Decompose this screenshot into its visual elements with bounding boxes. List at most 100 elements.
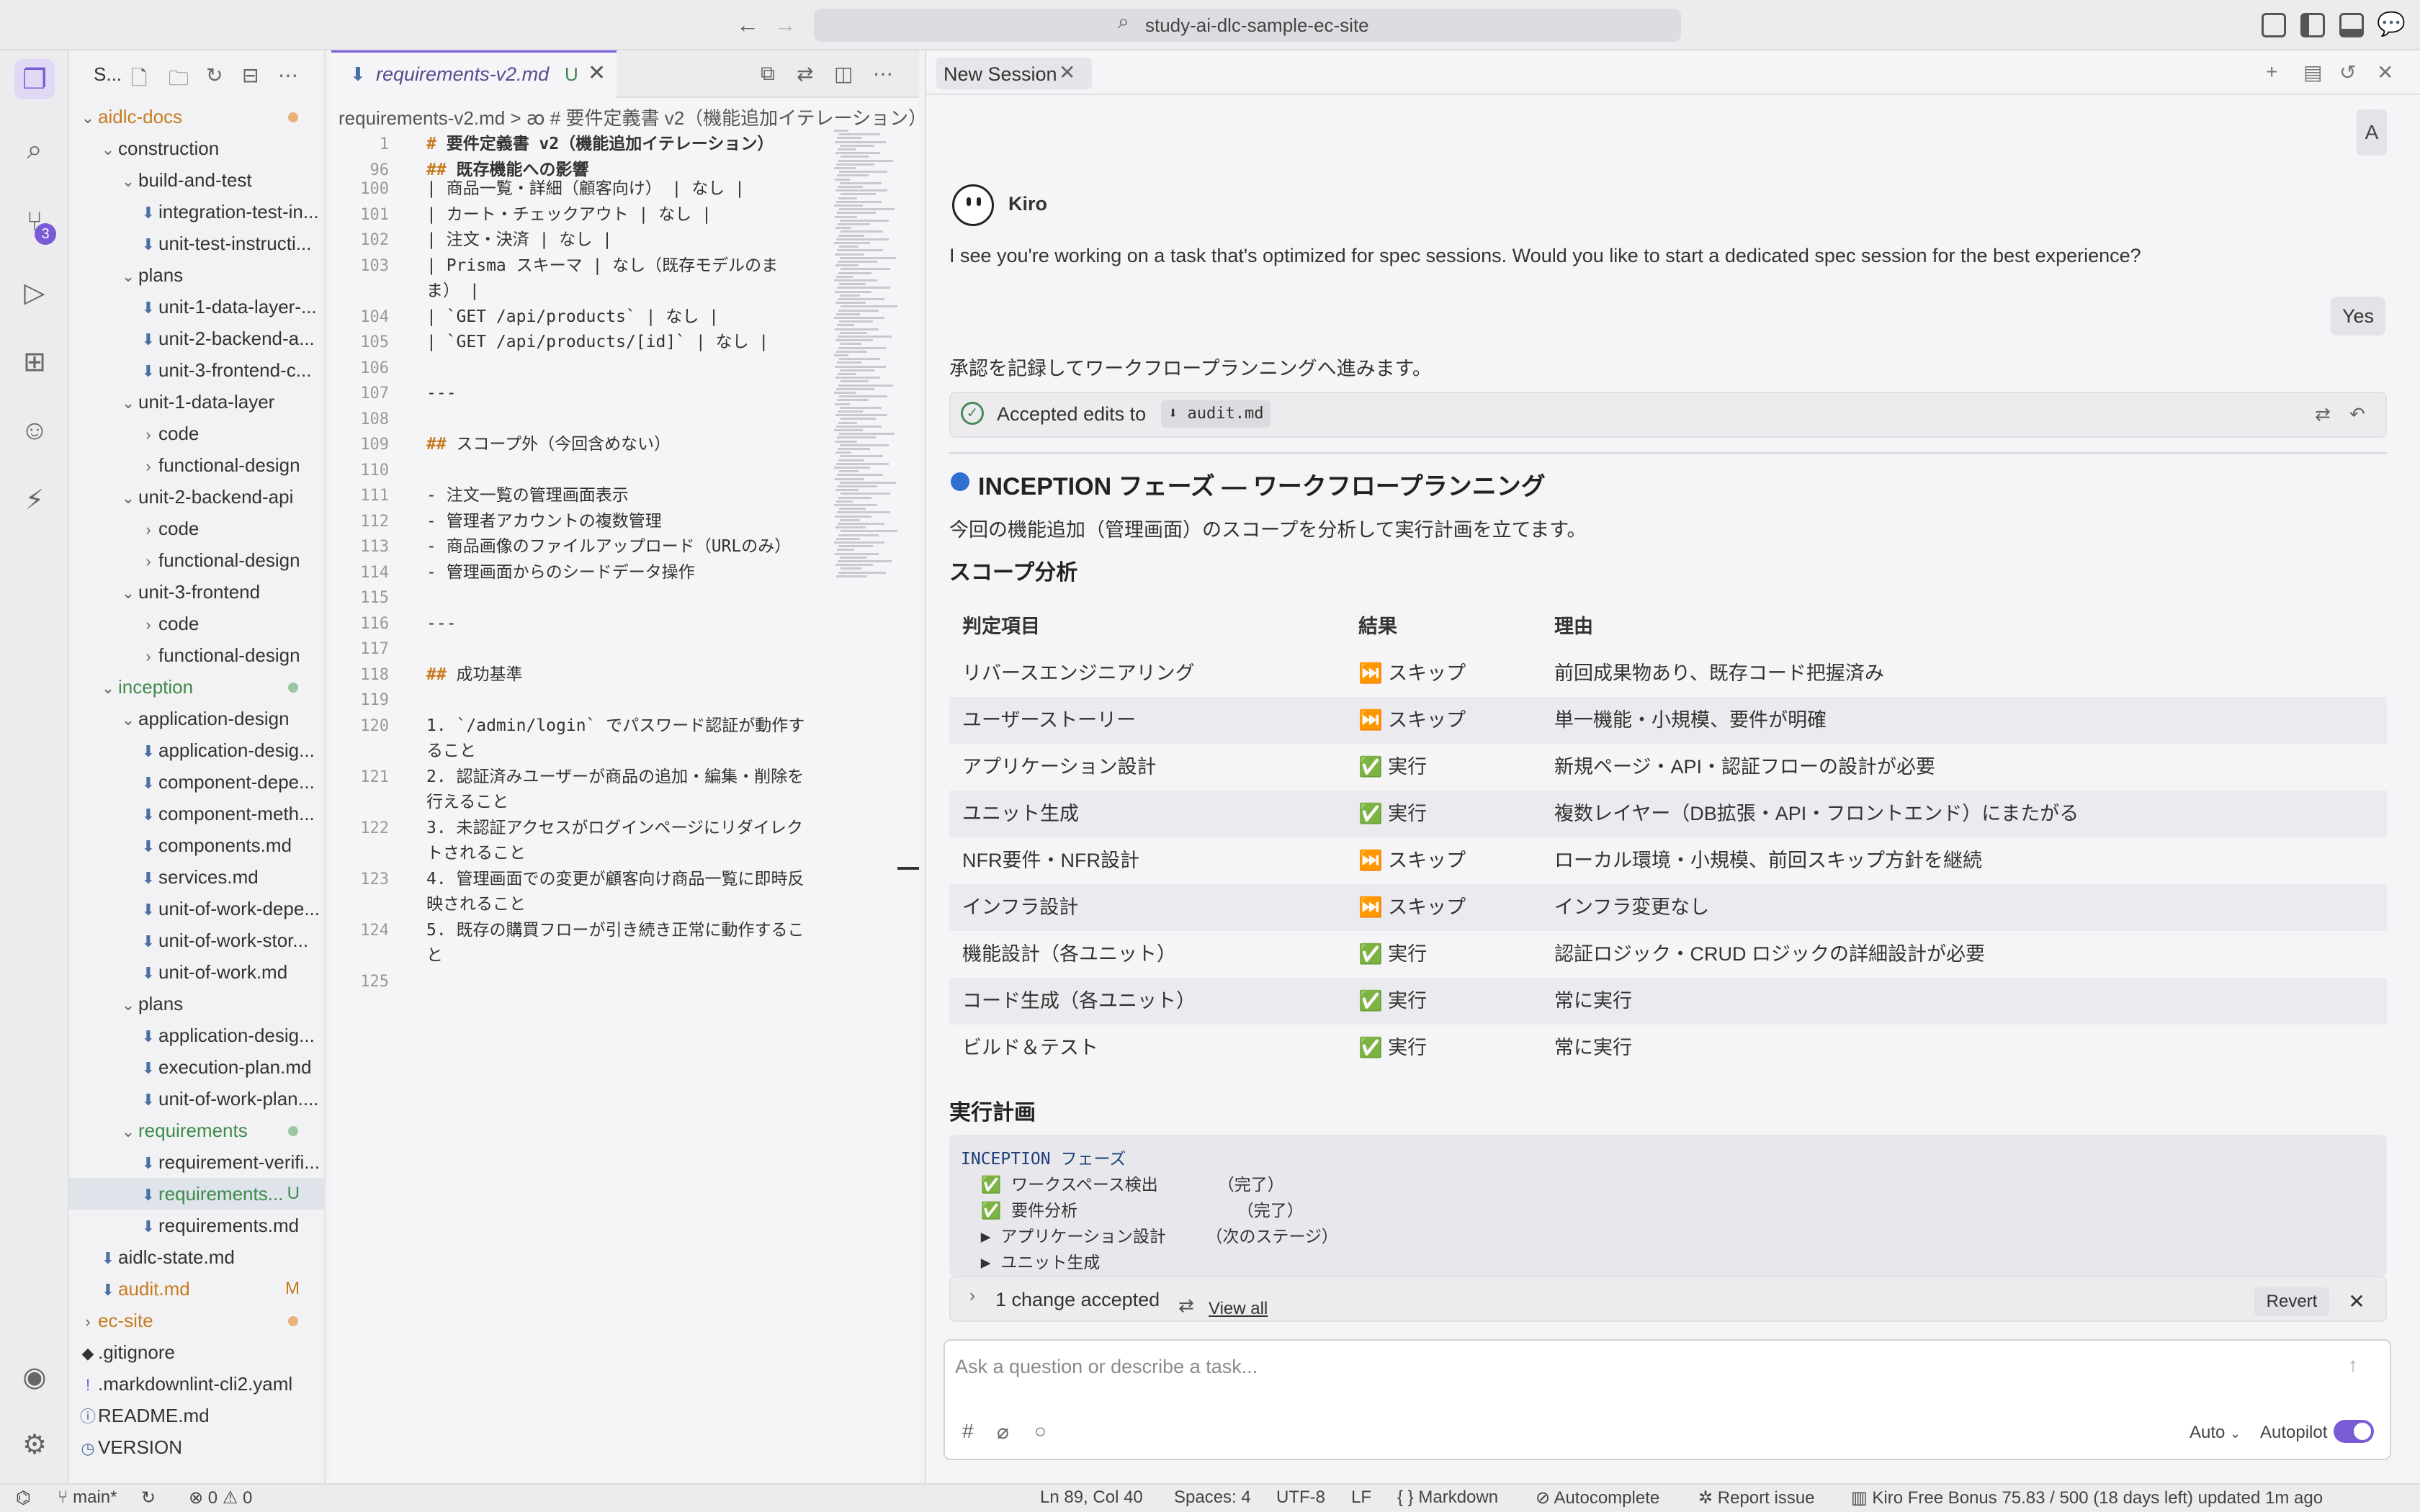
tree-folder[interactable]: › functional-design: [69, 544, 324, 576]
tree-file[interactable]: ⬇ unit-1-data-layer-...: [69, 291, 324, 323]
tree-file[interactable]: ⬇ audit.md M: [69, 1273, 324, 1305]
run-debug-icon[interactable]: ▷: [14, 272, 55, 312]
search-icon[interactable]: ⌕: [14, 130, 55, 170]
close-icon[interactable]: ✕: [1059, 60, 1075, 84]
plus-icon[interactable]: +: [2266, 60, 2277, 84]
tree-file[interactable]: ⬇ execution-plan.md: [69, 1051, 324, 1083]
toggle-sidebar-icon[interactable]: [2300, 13, 2325, 37]
open-diff-icon[interactable]: ⇄: [2315, 403, 2331, 426]
tree-folder[interactable]: ⌄ requirements: [69, 1115, 324, 1146]
tree-folder[interactable]: ⌄ construction: [69, 132, 324, 164]
breadcrumb[interactable]: requirements-v2.md > ꜵ # 要件定義書 v2（機能追加イテ…: [339, 104, 919, 130]
tree-folder[interactable]: ⌄ unit-2-backend-api: [69, 481, 324, 513]
open-preview-icon[interactable]: ⧉: [761, 62, 775, 86]
new-folder-icon[interactable]: 🗀: [169, 63, 189, 98]
accepted-file-chip[interactable]: ⬇ audit.md: [1161, 400, 1271, 428]
tree-file[interactable]: ⬇ unit-of-work-plan....: [69, 1083, 324, 1115]
account-icon[interactable]: ◉: [14, 1356, 55, 1397]
tree-file[interactable]: ⬇ components.md: [69, 829, 324, 861]
new-file-icon[interactable]: 🗋: [131, 63, 148, 98]
customize-layout-icon[interactable]: [2262, 13, 2286, 37]
tree-folder[interactable]: › ec-site: [69, 1305, 324, 1336]
tree-file[interactable]: ⬇ requirements.md: [69, 1210, 324, 1241]
tree-folder[interactable]: › code: [69, 418, 324, 449]
tree-file[interactable]: ⬇ requirements... U: [69, 1178, 324, 1210]
attach-icon[interactable]: ⌀: [997, 1420, 1009, 1444]
split-editor-icon[interactable]: ◫: [834, 62, 853, 86]
tree-folder[interactable]: ⌄ plans: [69, 259, 324, 291]
tree-file[interactable]: ⬇ requirement-verifi...: [69, 1146, 324, 1178]
explorer-icon[interactable]: ❐: [14, 59, 55, 99]
collapse-all-icon[interactable]: ⊟: [242, 63, 259, 87]
tree-file[interactable]: ⬇ aidlc-state.md: [69, 1241, 324, 1273]
tree-file[interactable]: ⓘ README.md: [69, 1400, 324, 1431]
settings-icon[interactable]: ⚙: [14, 1424, 55, 1464]
branch-indicator[interactable]: ⑂ main*: [58, 1488, 117, 1508]
tree-file[interactable]: ⬇ unit-3-frontend-c...: [69, 354, 324, 386]
tree-file[interactable]: ◆ .gitignore: [69, 1336, 324, 1368]
tree-folder[interactable]: ⌄ aidlc-docs: [69, 101, 324, 132]
tree-file[interactable]: ⬇ unit-of-work.md: [69, 956, 324, 988]
remote-icon[interactable]: ⌬: [16, 1488, 31, 1508]
tree-file[interactable]: ! .markdownlint-cli2.yaml: [69, 1368, 324, 1400]
kiro-ghost-icon[interactable]: ☺: [14, 410, 55, 451]
tree-file[interactable]: ⬇ component-depe...: [69, 766, 324, 798]
toggle-panel-icon[interactable]: [2339, 13, 2364, 37]
view-all-link[interactable]: View all: [1209, 1299, 1268, 1319]
tree-file[interactable]: ⬇ application-desig...: [69, 734, 324, 766]
kiro-spec-icon[interactable]: ⚡: [14, 480, 55, 520]
language-mode[interactable]: { } Markdown: [1397, 1488, 1498, 1508]
indentation[interactable]: Spaces: 4: [1174, 1488, 1251, 1508]
refresh-icon[interactable]: ↻: [206, 63, 223, 87]
circle-status-icon[interactable]: ○: [1034, 1420, 1047, 1443]
forward-arrow-icon[interactable]: →: [772, 12, 798, 37]
tree-folder[interactable]: › code: [69, 608, 324, 639]
usage-status[interactable]: ▥ Kiro Free Bonus 75.83 / 500 (18 days l…: [1851, 1488, 2323, 1508]
close-icon[interactable]: ✕: [2377, 60, 2393, 84]
history-icon[interactable]: ↺: [2339, 60, 2356, 84]
minimap[interactable]: [834, 130, 899, 590]
chevron-right-icon[interactable]: ›: [969, 1286, 975, 1306]
extensions-icon[interactable]: ⊞: [14, 341, 55, 382]
more-actions-icon[interactable]: ⋯: [873, 62, 893, 86]
tree-file[interactable]: ⬇ services.md: [69, 861, 324, 893]
tree-file[interactable]: ◷ VERSION: [69, 1431, 324, 1463]
scrollbar-thumb[interactable]: [897, 867, 919, 870]
tree-folder[interactable]: ⌄ inception: [69, 671, 324, 703]
tree-file[interactable]: ⬇ unit-2-backend-a...: [69, 323, 324, 354]
tree-folder[interactable]: ⌄ unit-3-frontend: [69, 576, 324, 608]
tree-file[interactable]: ⬇ unit-of-work-stor...: [69, 924, 324, 956]
cursor-position[interactable]: Ln 89, Col 40: [1040, 1488, 1143, 1508]
autocomplete-status[interactable]: ⊘ Autocomplete: [1536, 1488, 1659, 1508]
back-arrow-icon[interactable]: ←: [735, 12, 761, 37]
line-ending[interactable]: LF: [1351, 1488, 1371, 1508]
chat-bubble-icon[interactable]: 💬: [2377, 10, 2406, 37]
sync-icon[interactable]: ↻: [141, 1488, 156, 1508]
tree-folder[interactable]: › code: [69, 513, 324, 544]
tree-file[interactable]: ⬇ component-meth...: [69, 798, 324, 829]
undo-icon[interactable]: ↶: [2349, 403, 2365, 426]
send-arrow-icon[interactable]: ↑: [2348, 1354, 2358, 1377]
close-icon[interactable]: ✕: [588, 60, 606, 86]
revert-button[interactable]: Revert: [2254, 1287, 2329, 1316]
session-list-icon[interactable]: ▤: [2303, 60, 2322, 84]
tree-folder[interactable]: › functional-design: [69, 449, 324, 481]
hash-context-icon[interactable]: #: [962, 1420, 974, 1443]
tree-file[interactable]: ⬇ application-desig...: [69, 1020, 324, 1051]
close-icon[interactable]: ✕: [2344, 1289, 2370, 1315]
tree-folder[interactable]: ⌄ unit-1-data-layer: [69, 386, 324, 418]
tree-folder[interactable]: ⌄ application-design: [69, 703, 324, 734]
mode-select[interactable]: Auto ⌄: [2190, 1423, 2241, 1443]
report-issue[interactable]: ✲ Report issue: [1698, 1488, 1815, 1508]
chat-input[interactable]: [955, 1352, 2323, 1381]
open-changes-icon[interactable]: ⇄: [797, 62, 813, 86]
tree-file[interactable]: ⬇ unit-of-work-depe...: [69, 893, 324, 924]
problems-indicator[interactable]: ⊗ 0 ⚠ 0: [189, 1488, 252, 1508]
tree-file[interactable]: ⬇ integration-test-in...: [69, 196, 324, 228]
tree-folder[interactable]: › functional-design: [69, 639, 324, 671]
tree-folder[interactable]: ⌄ build-and-test: [69, 164, 324, 196]
encoding[interactable]: UTF-8: [1276, 1488, 1325, 1508]
tree-folder[interactable]: ⌄ plans: [69, 988, 324, 1020]
more-actions-icon[interactable]: ⋯: [278, 63, 298, 87]
tree-file[interactable]: ⬇ unit-test-instructi...: [69, 228, 324, 259]
